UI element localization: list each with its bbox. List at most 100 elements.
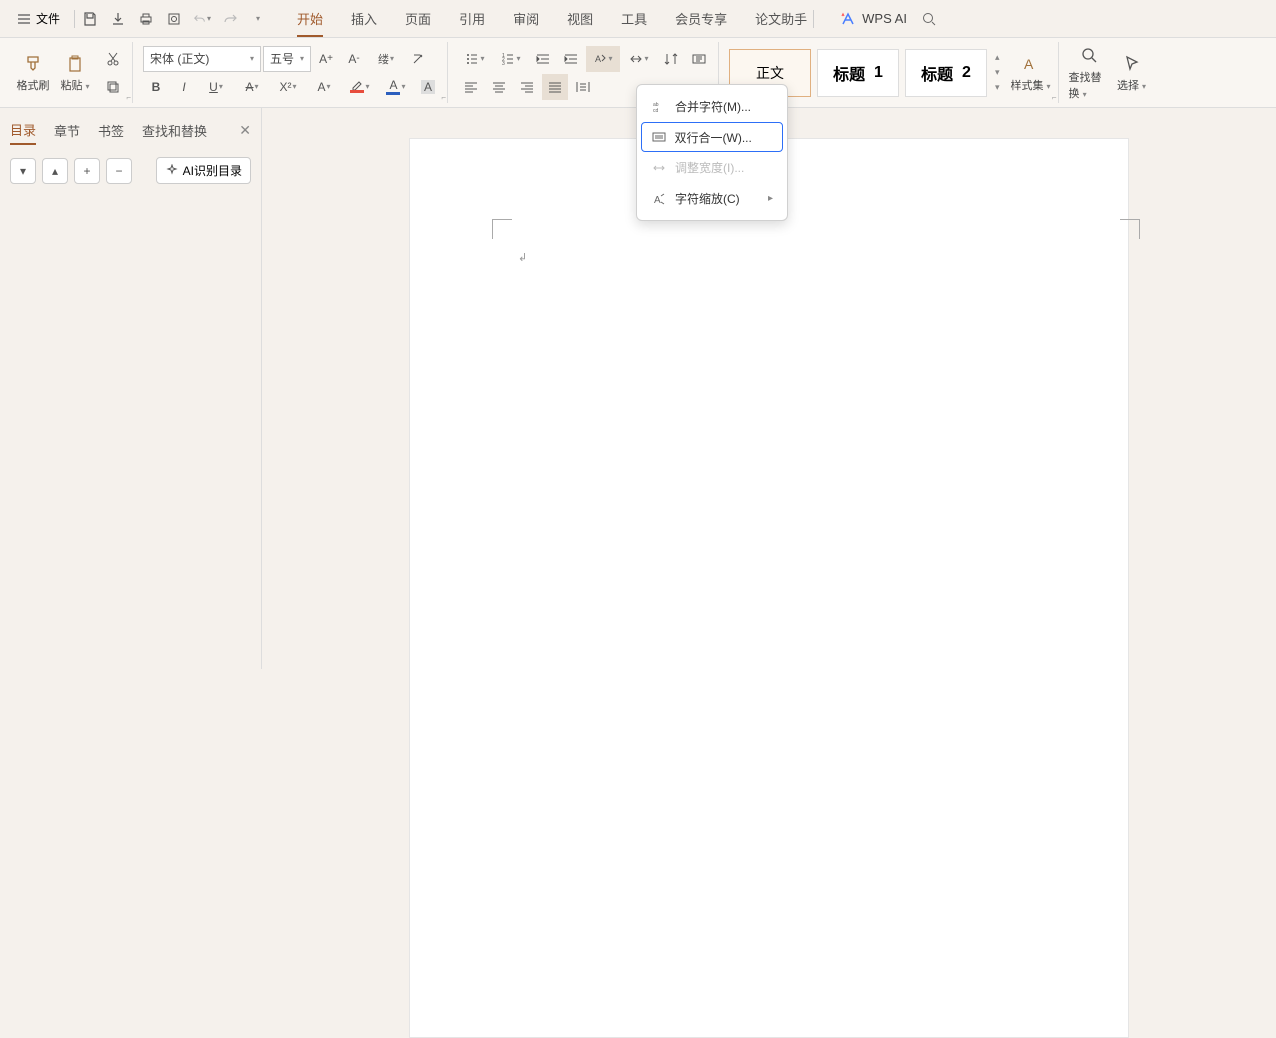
svg-text:A: A bbox=[654, 195, 661, 206]
cursor-icon bbox=[1122, 54, 1142, 74]
sort-button[interactable] bbox=[658, 46, 684, 72]
submenu-arrow-icon: ▸ bbox=[768, 193, 773, 204]
qat-more-button[interactable]: ▾ bbox=[249, 10, 267, 28]
save-button[interactable] bbox=[81, 10, 99, 28]
char-shading-button[interactable]: A bbox=[415, 74, 441, 100]
align-right-button[interactable] bbox=[514, 74, 540, 100]
tab-references[interactable]: 引用 bbox=[459, 0, 485, 37]
styles-down[interactable]: ▾ bbox=[993, 66, 1002, 79]
shrink-font-button[interactable]: A- bbox=[341, 46, 367, 72]
styles-more[interactable]: ▾ bbox=[993, 81, 1002, 94]
char-layout-button[interactable]: A▾ bbox=[586, 46, 620, 72]
increase-indent-button[interactable] bbox=[558, 46, 584, 72]
bullets-button[interactable]: ▾ bbox=[458, 46, 492, 72]
file-menu-label: 文件 bbox=[36, 10, 60, 27]
print-button[interactable] bbox=[137, 10, 155, 28]
bold-button[interactable]: B bbox=[143, 74, 169, 100]
phonetic-guide-button[interactable]: 缕▾ bbox=[369, 46, 403, 72]
search-button[interactable] bbox=[921, 11, 937, 27]
wps-ai-button[interactable]: WPS AI bbox=[840, 11, 907, 27]
text-effects-button[interactable]: A▾ bbox=[307, 74, 341, 100]
svg-text:A: A bbox=[595, 54, 601, 64]
menu-two-lines-in-one[interactable]: 双行合一(W)... bbox=[641, 122, 783, 152]
align-distribute-button[interactable] bbox=[570, 74, 596, 100]
styles-expand[interactable]: ⌐ bbox=[1052, 93, 1057, 102]
format-painter-button[interactable]: 格式刷 bbox=[12, 52, 54, 93]
menu-adjust-width: 调整宽度(I)... bbox=[641, 152, 783, 183]
hamburger-icon bbox=[16, 11, 32, 27]
show-marks-button[interactable] bbox=[686, 46, 712, 72]
clipboard-expand[interactable]: ⌐ bbox=[126, 93, 131, 102]
navigation-pane: 目录 章节 书签 查找和替换 ✕ ▾ ▴ + − AI识别目录 bbox=[0, 108, 262, 669]
paste-icon bbox=[65, 54, 85, 74]
align-left-button[interactable] bbox=[458, 74, 484, 100]
style-heading2[interactable]: 标题 2 bbox=[905, 49, 987, 97]
nav-collapse-button[interactable]: ▴ bbox=[42, 158, 68, 184]
find-replace-button[interactable]: 查找替换 ▾ bbox=[1069, 44, 1111, 101]
font-expand[interactable]: ⌐ bbox=[441, 93, 446, 102]
nav-expand-button[interactable]: ▾ bbox=[10, 158, 36, 184]
nav-tab-bookmarks[interactable]: 书签 bbox=[98, 117, 124, 144]
tab-thesis[interactable]: 论文助手 bbox=[755, 0, 807, 37]
nav-tab-toc[interactable]: 目录 bbox=[10, 116, 36, 145]
cut-button[interactable] bbox=[100, 46, 126, 72]
underline-button[interactable]: U▾ bbox=[199, 74, 233, 100]
menu-char-scale[interactable]: A 字符缩放(C) ▸ bbox=[641, 183, 783, 214]
ai-toc-button[interactable]: AI识别目录 bbox=[156, 157, 251, 184]
search-icon bbox=[1080, 46, 1100, 66]
font-size-combo[interactable]: 五号▾ bbox=[263, 46, 311, 72]
style-heading1[interactable]: 标题 1 bbox=[817, 49, 899, 97]
tab-view[interactable]: 视图 bbox=[567, 0, 593, 37]
char-layout-menu: abcd 合并字符(M)... 双行合一(W)... 调整宽度(I)... A … bbox=[636, 84, 788, 221]
svg-text:A: A bbox=[1024, 56, 1034, 72]
tab-home[interactable]: 开始 bbox=[297, 0, 323, 37]
decrease-indent-button[interactable] bbox=[530, 46, 556, 72]
select-button[interactable]: 选择 ▾ bbox=[1111, 52, 1153, 93]
style-set-button[interactable]: A 样式集 ▾ bbox=[1010, 52, 1052, 93]
clear-format-button[interactable] bbox=[405, 46, 431, 72]
margin-corner bbox=[492, 219, 512, 239]
font-name-combo[interactable]: 宋体 (正文)▾ bbox=[143, 46, 261, 72]
menu-merge-chars[interactable]: abcd 合并字符(M)... bbox=[641, 91, 783, 122]
tab-tools[interactable]: 工具 bbox=[621, 0, 647, 37]
tab-member[interactable]: 会员专享 bbox=[675, 0, 727, 37]
file-menu-button[interactable]: 文件 bbox=[8, 6, 68, 31]
numbering-button[interactable]: 123▾ bbox=[494, 46, 528, 72]
paste-button[interactable]: 粘贴 ▾ bbox=[54, 52, 96, 93]
text-direction-button[interactable]: ▾ bbox=[622, 46, 656, 72]
styles-up[interactable]: ▴ bbox=[993, 51, 1002, 64]
nav-add-button[interactable]: + bbox=[74, 158, 100, 184]
redo-button[interactable] bbox=[221, 10, 239, 28]
align-justify-button[interactable] bbox=[542, 74, 568, 100]
svg-text:3: 3 bbox=[502, 61, 505, 66]
undo-button[interactable]: ▾ bbox=[193, 10, 211, 28]
separator bbox=[813, 10, 814, 28]
char-scale-icon: A bbox=[651, 191, 667, 207]
export-button[interactable] bbox=[109, 10, 127, 28]
copy-button[interactable] bbox=[100, 74, 126, 100]
adjust-width-icon bbox=[651, 160, 667, 176]
tab-review[interactable]: 审阅 bbox=[513, 0, 539, 37]
strikethrough-button[interactable]: A▾ bbox=[235, 74, 269, 100]
page[interactable]: ↲ bbox=[409, 138, 1129, 1038]
align-center-button[interactable] bbox=[486, 74, 512, 100]
print-preview-button[interactable] bbox=[165, 10, 183, 28]
sparkle-icon bbox=[165, 164, 179, 178]
nav-close-button[interactable]: ✕ bbox=[239, 122, 251, 139]
margin-corner bbox=[1120, 219, 1140, 239]
nav-tab-findreplace[interactable]: 查找和替换 bbox=[142, 117, 207, 144]
tab-page[interactable]: 页面 bbox=[405, 0, 431, 37]
format-painter-icon bbox=[23, 54, 43, 74]
merge-chars-icon: abcd bbox=[651, 99, 667, 115]
wps-ai-label: WPS AI bbox=[862, 11, 907, 26]
font-color-button[interactable]: A▾ bbox=[379, 74, 413, 100]
style-set-icon: A bbox=[1021, 54, 1041, 74]
nav-remove-button[interactable]: − bbox=[106, 158, 132, 184]
grow-font-button[interactable]: A+ bbox=[313, 46, 339, 72]
separator bbox=[74, 10, 75, 28]
nav-tab-chapters[interactable]: 章节 bbox=[54, 117, 80, 144]
italic-button[interactable]: I bbox=[171, 74, 197, 100]
superscript-button[interactable]: X²▾ bbox=[271, 74, 305, 100]
highlight-button[interactable]: ▾ bbox=[343, 74, 377, 100]
tab-insert[interactable]: 插入 bbox=[351, 0, 377, 37]
